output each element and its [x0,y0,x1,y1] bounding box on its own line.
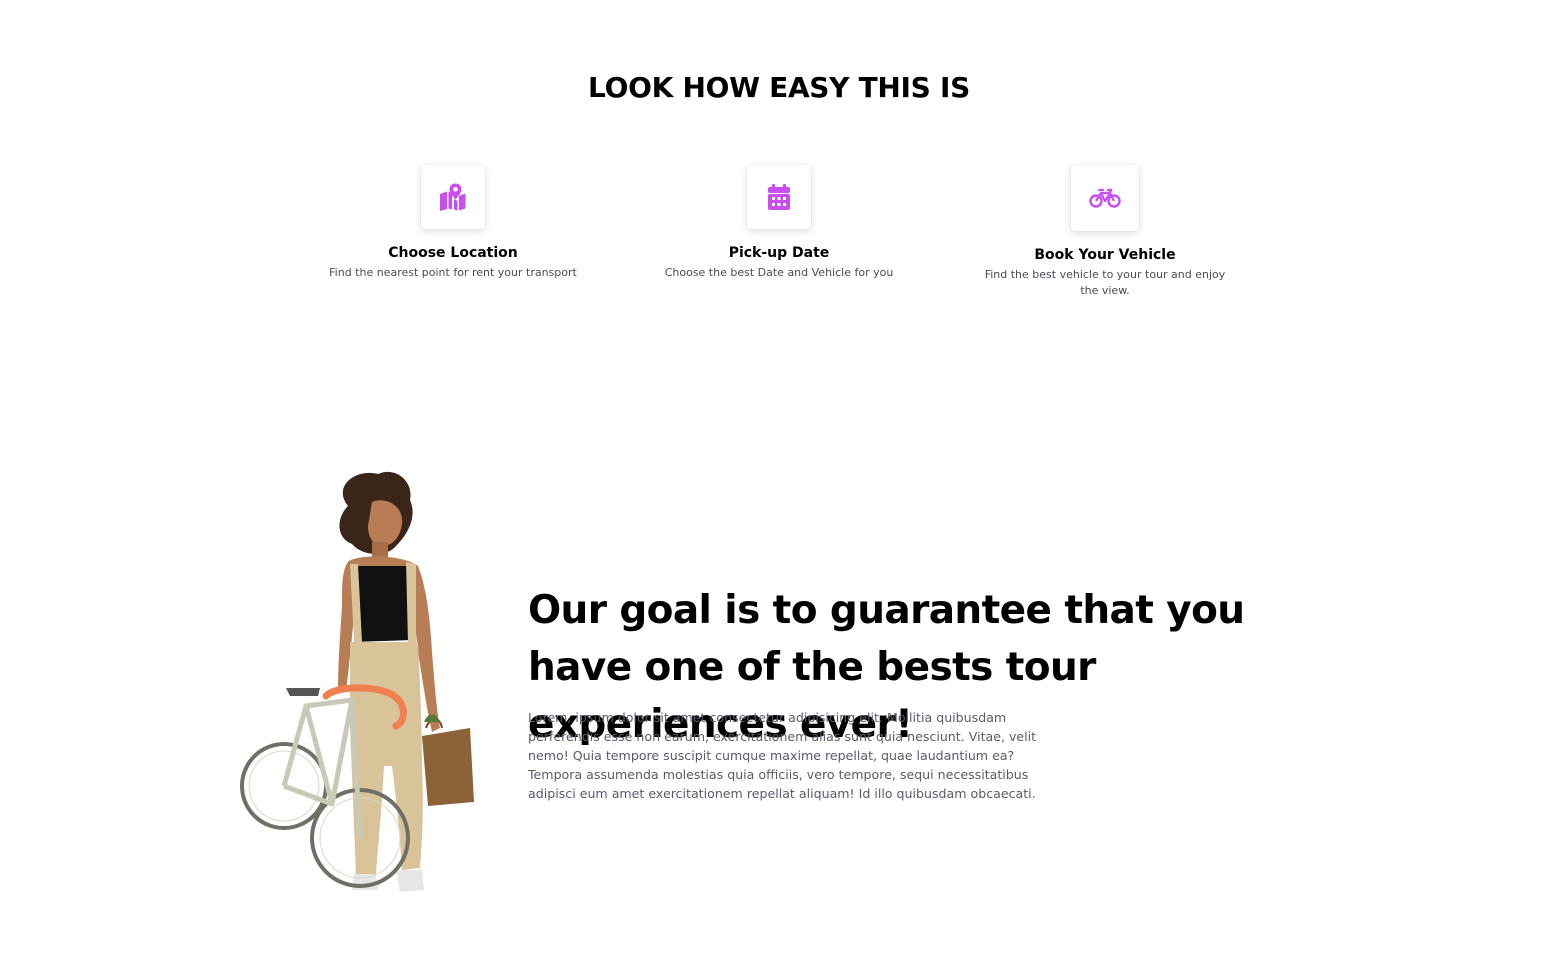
woman-with-bicycle-image [240,471,474,892]
goal-text: Lorem, ipsum dolor sit amet consectetur … [528,710,1037,801]
section-title: LOOK HOW EASY THIS IS [588,71,970,104]
bicycle-icon [1089,188,1121,208]
step-title: Book Your Vehicle [1034,247,1176,263]
step-icon-box [747,165,811,229]
step-description: Find the best vehicle to your tour and e… [984,268,1226,297]
step-title: Choose Location [388,245,518,261]
calendar-icon [768,184,790,210]
step-description: Choose the best Date and Vehicle for you [664,266,894,279]
page: LOOK HOW EASY THIS IS Choose Location Fi… [0,0,1550,957]
map-icon [440,183,466,211]
step-description: Find the nearest point for rent your tra… [329,266,577,279]
step-book-vehicle: Book Your Vehicle Find the best vehicle … [955,165,1255,299]
step-icon-box [1071,165,1139,231]
step-title: Pick-up Date [728,245,830,261]
step-pickup-date: Pick-up Date Choose the best Date and Ve… [629,165,929,281]
step-icon-box [421,165,485,229]
step-choose-location: Choose Location Find the nearest point f… [303,165,603,281]
